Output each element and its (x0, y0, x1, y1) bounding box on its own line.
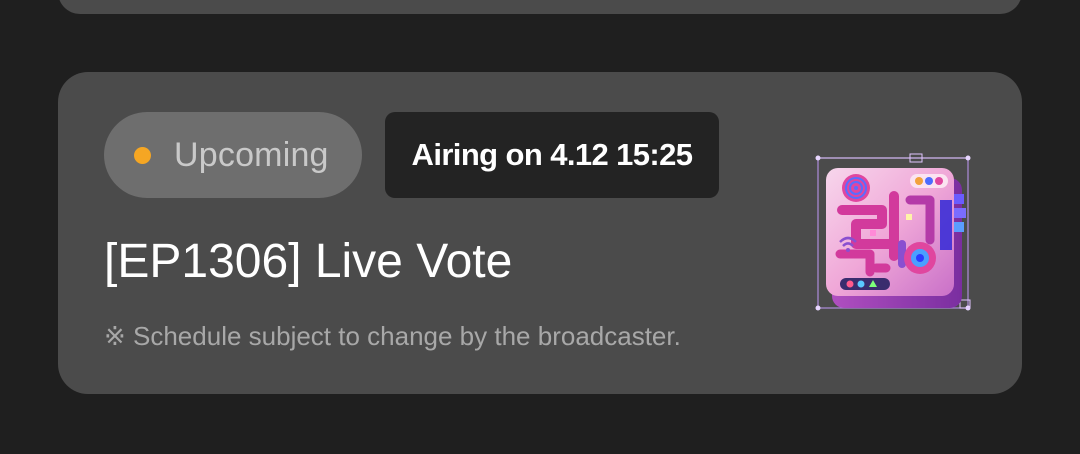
show-logo-3d-icon (815, 153, 971, 311)
schedule-note: ※ Schedule subject to change by the broa… (104, 321, 681, 351)
vote-card[interactable]: Upcoming Airing on 4.12 15:25 [EP1306] L… (58, 72, 1022, 394)
airing-time-label: Airing on 4.12 15:25 (411, 137, 693, 172)
airing-time-badge: Airing on 4.12 15:25 (385, 112, 719, 198)
page: Upcoming Airing on 4.12 15:25 [EP1306] L… (0, 0, 1080, 454)
status-label: Upcoming (174, 135, 329, 174)
status-badge: Upcoming (104, 112, 362, 198)
episode-title: [EP1306] Live Vote (104, 235, 513, 288)
status-dot-icon (134, 146, 151, 164)
show-thumbnail (810, 150, 976, 320)
previous-card[interactable] (58, 0, 1022, 14)
